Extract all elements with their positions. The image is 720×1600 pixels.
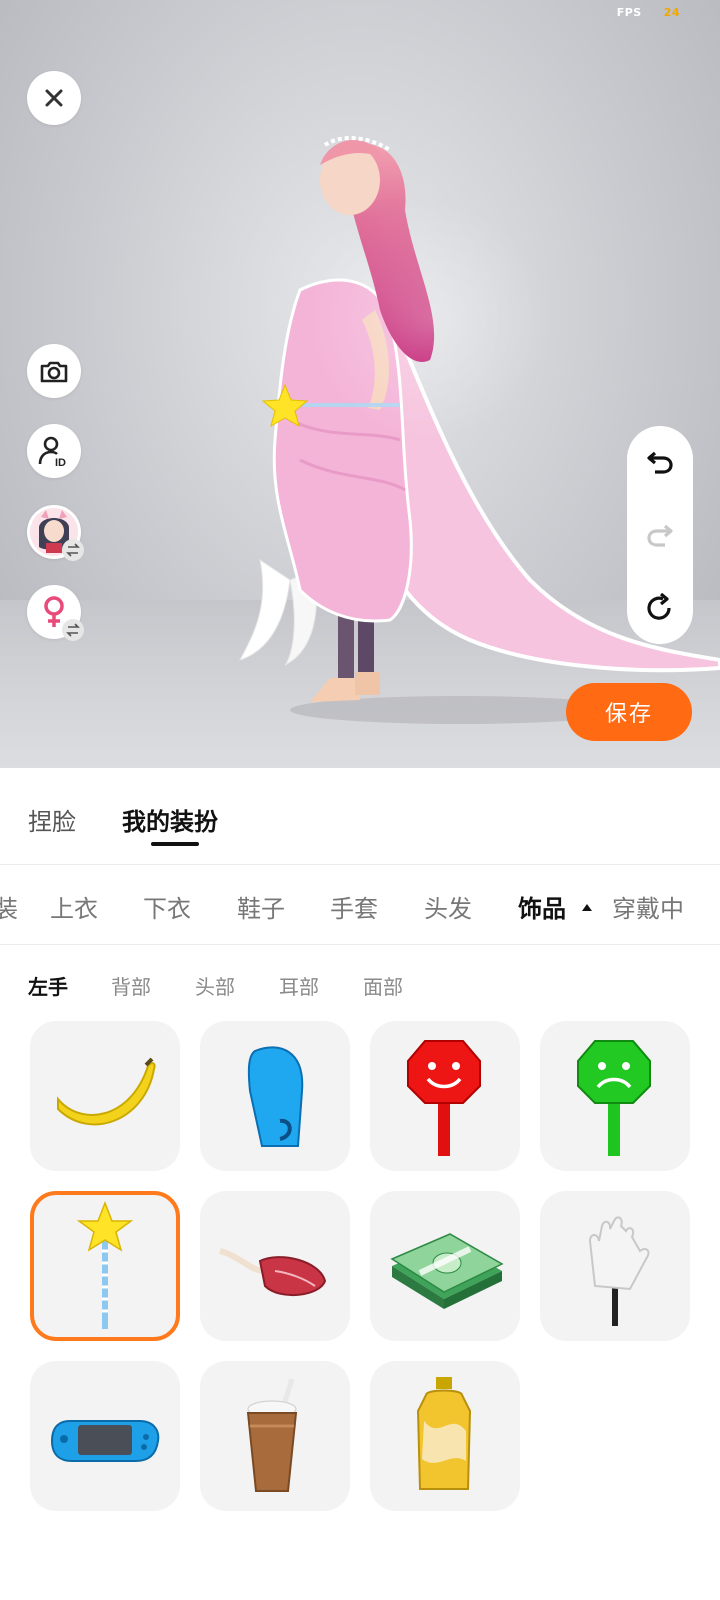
tab-face[interactable]: 捏脸 (28, 802, 76, 837)
subcategory-back[interactable]: 背部 (111, 971, 151, 1000)
gender-switch-button[interactable] (27, 585, 84, 641)
reset-icon (647, 592, 671, 620)
avatar-viewport[interactable]: FPS 24 ID 保存 (0, 0, 720, 768)
undo-button[interactable] (640, 442, 680, 482)
reset-button[interactable] (640, 588, 680, 628)
swap-icon (66, 543, 80, 557)
subcategory-left-hand[interactable]: 左手 (28, 971, 68, 1000)
category-tab[interactable]: 下衣 (143, 889, 191, 924)
banana-icon (57, 1057, 156, 1126)
category-tab-bar[interactable]: 套装 上衣 下衣 鞋子 手套 头发 饰品 穿戴中 (0, 864, 720, 945)
category-tab[interactable]: 上衣 (50, 889, 98, 924)
main-tab-bar: 捏脸 我的装扮 (0, 768, 720, 865)
item-drink-cup[interactable] (200, 1361, 350, 1511)
subcategory-head[interactable]: 头部 (195, 971, 235, 1000)
foam-hand-icon (588, 1216, 650, 1326)
boxing-glove-icon (247, 1046, 304, 1147)
fps-label: FPS (616, 6, 642, 19)
redo-button[interactable] (640, 515, 680, 555)
category-tab[interactable]: 鞋子 (237, 889, 285, 924)
item-banana[interactable] (30, 1021, 180, 1171)
swap-icon (66, 623, 80, 637)
tab-my-outfit[interactable]: 我的装扮 (122, 802, 218, 837)
undo-icon (647, 452, 673, 474)
cash-stack-icon (390, 1233, 504, 1309)
caret-up-icon[interactable] (580, 902, 594, 912)
sad-sign-icon (577, 1040, 651, 1156)
item-game-console[interactable] (30, 1361, 180, 1511)
item-happy-sign[interactable] (370, 1021, 520, 1171)
item-boxing-glove[interactable] (200, 1021, 350, 1171)
item-steak[interactable] (200, 1191, 350, 1341)
item-sad-sign[interactable] (540, 1021, 690, 1171)
fps-counter: FPS 24 (617, 6, 680, 19)
svg-text:ID: ID (55, 457, 66, 468)
bottle-icon (416, 1377, 472, 1490)
fps-value: 24 (663, 6, 680, 19)
active-tab-indicator (151, 842, 199, 846)
game-console-icon (50, 1420, 160, 1462)
category-tab-wearing[interactable]: 穿戴中 (612, 889, 684, 924)
swap-badge (62, 539, 84, 561)
camera-button[interactable] (27, 344, 81, 398)
close-button[interactable] (27, 71, 81, 125)
item-star-wand[interactable] (30, 1191, 180, 1341)
profile-id-button[interactable]: ID (27, 424, 81, 478)
item-cash-stack[interactable] (370, 1191, 520, 1341)
category-tab[interactable]: 手套 (330, 889, 378, 924)
avatar-switch-button[interactable] (27, 505, 84, 561)
category-tab[interactable]: 头发 (424, 889, 472, 924)
history-panel (627, 426, 693, 644)
camera-icon (40, 361, 68, 383)
redo-icon (647, 524, 673, 547)
steak-icon (219, 1248, 327, 1297)
user-id-icon: ID (38, 436, 66, 468)
close-icon (45, 89, 63, 107)
subcategory-bar: 左手 背部 头部 耳部 面部 (0, 944, 720, 1018)
category-tab-accessories[interactable]: 饰品 (518, 889, 566, 924)
subcategory-face[interactable]: 面部 (363, 971, 403, 1000)
subcategory-ear[interactable]: 耳部 (279, 971, 319, 1000)
category-tab[interactable]: 套装 (0, 889, 18, 924)
drink-cup-icon (246, 1378, 298, 1492)
happy-sign-icon (407, 1040, 481, 1156)
save-button[interactable]: 保存 (566, 683, 692, 741)
item-foam-hand[interactable] (540, 1191, 690, 1341)
star-wand-icon (76, 1201, 134, 1329)
swap-badge (62, 619, 84, 641)
item-bottle[interactable] (370, 1361, 520, 1511)
